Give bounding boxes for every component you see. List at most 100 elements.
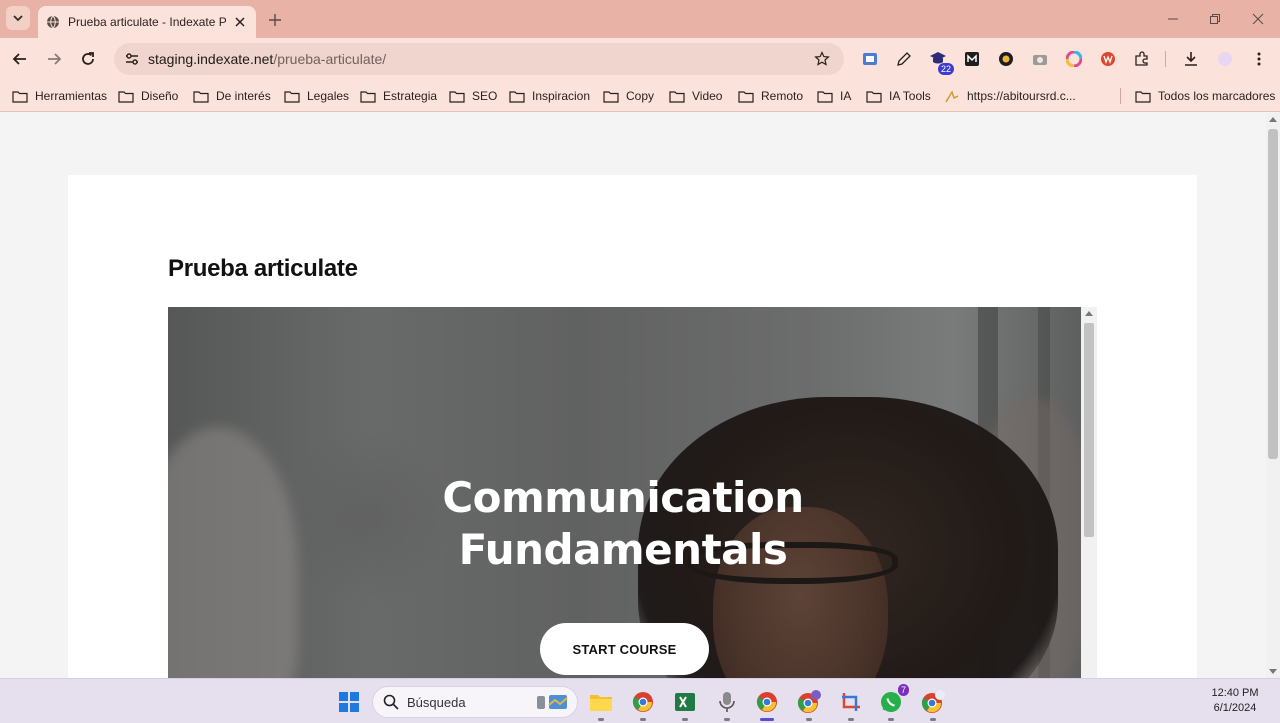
bookmark-label: SEO [472,89,498,103]
page-scrollbar[interactable] [1266,113,1280,678]
folder-icon [449,90,465,103]
course-hero-image: Communication Fundamentals START COURSE [168,307,1081,678]
scroll-up-arrow-icon[interactable] [1269,117,1277,122]
kebab-menu-icon[interactable] [1249,49,1269,69]
url-host: staging.indexate.net [148,51,274,67]
close-window-button[interactable] [1247,8,1269,30]
windows-logo-icon [339,692,359,712]
download-icon[interactable] [1181,49,1201,69]
bookmark-folder-legales[interactable]: Legales [284,86,349,106]
bookmark-folder-remoto[interactable]: Remoto [738,86,803,106]
bookmark-label: Copy [626,89,655,103]
color-wheel-extension-icon[interactable] [1064,49,1084,69]
browser-tab-active[interactable]: Prueba articulate - Indexate Pru [38,6,256,38]
embed-scrollbar-thumb[interactable] [1084,323,1094,537]
eye-extension-icon[interactable] [996,49,1016,69]
reload-button[interactable] [76,47,100,71]
bookmark-label: IA Tools [889,89,931,103]
bookmark-label: De interés [216,89,271,103]
tab-title: Prueba articulate - Indexate Pru [68,15,226,29]
bookmark-folder-de-interes[interactable]: De interés [193,86,271,106]
bookmark-link-abitoursrd[interactable]: https://abitoursrd.c... [944,86,1076,106]
running-indicator [930,718,936,721]
bookmark-label: Diseño [141,89,179,103]
new-tab-button[interactable] [264,9,286,31]
camera-extension-icon[interactable] [1030,49,1050,69]
bookmark-label: Legales [307,89,350,103]
running-indicator [598,718,604,721]
page-viewport: Prueba articulate Communication Fundamen… [0,113,1266,678]
bookmark-folder-seo[interactable]: SEO [449,86,497,106]
chrome-icon [756,692,777,712]
pen-extension-icon[interactable] [894,49,914,69]
globe-icon [47,15,59,29]
minimize-button[interactable] [1162,8,1184,30]
chrome-taskbar-button-active[interactable] [754,689,780,721]
microphone-taskbar-button[interactable] [714,689,740,721]
site-favicon-icon [945,89,959,102]
folder-icon [669,90,685,103]
page-scrollbar-thumb[interactable] [1268,129,1278,459]
chrome-taskbar-button-3[interactable] [920,689,946,721]
bookmark-folder-diseno[interactable]: Diseño [118,86,178,106]
forward-button[interactable] [42,47,66,71]
extension-badge: 22 [937,63,954,75]
articulate-embed[interactable]: Communication Fundamentals START COURSE [168,307,1097,678]
medium-extension-icon[interactable] [962,49,982,69]
snipping-tool-taskbar-button[interactable] [838,689,864,721]
start-button[interactable] [336,689,362,715]
folder-icon [738,90,754,103]
folder-icon [118,90,134,103]
translate-extension-icon[interactable] [860,49,880,69]
active-window-indicator [760,718,774,721]
bookmark-folder-ia[interactable]: IA [817,86,851,106]
arrow-right-icon [48,53,62,65]
bookmark-folder-herramientas[interactable]: Herramientas [12,86,107,106]
clock-date: 6/1/2024 [1213,702,1257,714]
search-highlight-icon [537,695,568,709]
url-text: staging.indexate.net/prueba-articulate/ [148,51,812,67]
bookmark-star-icon[interactable] [812,49,832,69]
content-card: Prueba articulate Communication Fundamen… [68,175,1197,678]
whatsapp-taskbar-button[interactable]: 7 [878,684,909,721]
windows-taskbar: Búsqueda 7 12:40 PM 6/1/2024 [0,678,1280,723]
clock-time: 12:40 PM [1211,687,1259,699]
restore-button[interactable] [1204,8,1226,30]
site-settings-icon[interactable] [122,49,142,69]
arrow-left-icon [12,53,26,65]
scroll-down-arrow-icon[interactable] [1269,669,1277,674]
running-indicator [806,718,812,721]
system-clock[interactable]: 12:40 PM 6/1/2024 [1200,686,1270,716]
extensions-puzzle-icon[interactable] [1132,49,1152,69]
bookmark-folder-ia-tools[interactable]: IA Tools [866,86,931,106]
close-tab-icon[interactable] [232,14,248,30]
tab-search-button[interactable] [6,6,30,30]
back-button[interactable] [8,47,32,71]
bookmark-folder-all-bookmarks[interactable]: Todos los marcadores [1135,86,1275,106]
bookmark-folder-inspiracion[interactable]: Inspiracion [509,86,590,106]
file-explorer-taskbar-button[interactable] [588,689,614,721]
bookmark-folder-copy[interactable]: Copy [603,86,654,106]
chrome-taskbar-button-2[interactable] [796,689,822,721]
excel-taskbar-button[interactable] [672,689,698,721]
bookmarks-bar: Herramientas Diseño De interés Legales E… [0,80,1280,112]
graduation-extension-icon[interactable]: 22 [928,49,954,75]
address-bar[interactable]: staging.indexate.net/prueba-articulate/ [114,43,844,75]
browser-toolbar: staging.indexate.net/prueba-articulate/ … [0,38,1280,80]
running-indicator [724,718,730,721]
scroll-up-arrow-icon[interactable] [1085,311,1093,316]
bookmark-folder-estrategia[interactable]: Estrategia [360,86,437,106]
chrome-taskbar-button-1[interactable] [630,689,656,721]
plus-icon [269,14,281,26]
running-indicator [888,718,894,721]
start-course-button[interactable]: START COURSE [540,623,709,675]
taskbar-search[interactable]: Búsqueda [372,686,578,718]
bookmark-label: https://abitoursrd.c... [967,89,1076,103]
office-extension-icon[interactable] [1098,49,1118,69]
running-indicator [640,718,646,721]
embed-scrollbar[interactable] [1081,307,1097,678]
microphone-icon [719,692,735,712]
folder-icon [603,90,619,103]
profile-avatar-icon[interactable] [1215,49,1235,69]
bookmark-folder-video[interactable]: Video [669,86,722,106]
